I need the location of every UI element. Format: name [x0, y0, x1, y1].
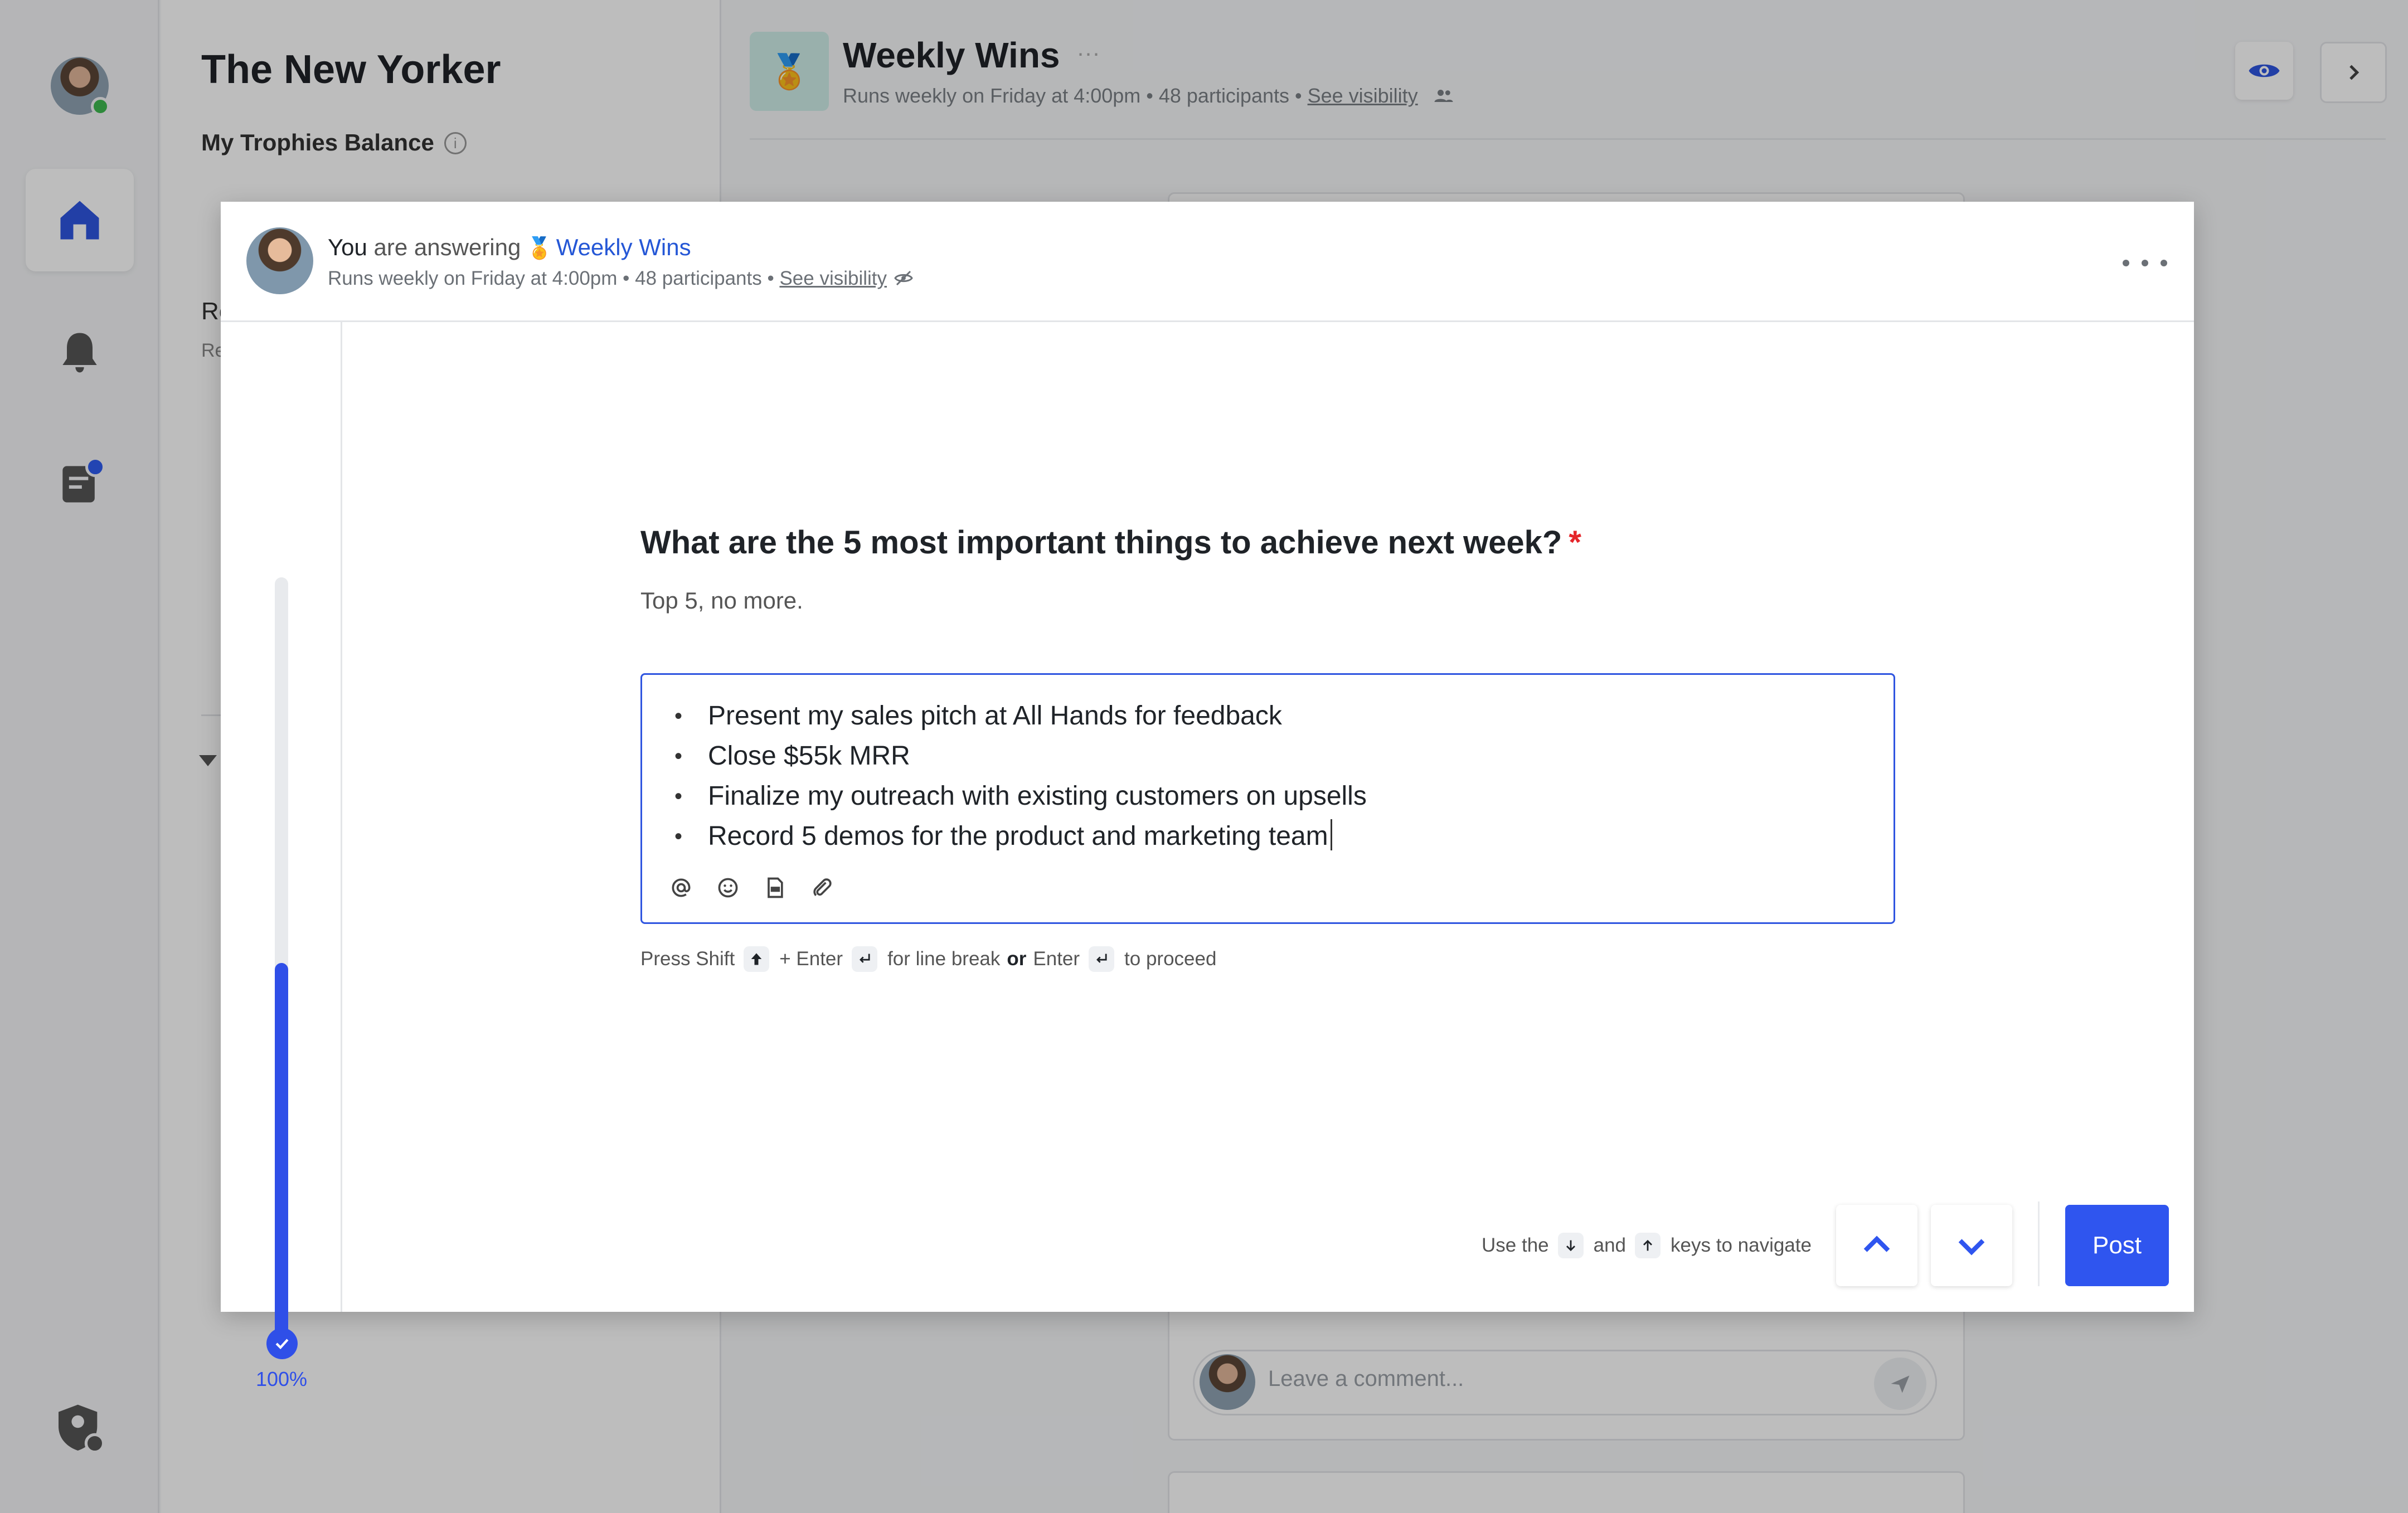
medal-icon: 🏅 [526, 237, 553, 260]
answering-text: are answering [373, 234, 521, 260]
text-cursor [1330, 819, 1332, 850]
answer-editor[interactable]: Present my sales pitch at All Hands for … [640, 673, 1895, 924]
enter-key-icon [852, 946, 878, 972]
see-visibility-link[interactable]: See visibility [779, 267, 887, 289]
progress-bar-fill [275, 963, 288, 1349]
hint-to-proceed: to proceed [1124, 948, 1217, 970]
previous-question-button[interactable] [1836, 1205, 1917, 1286]
gif-button[interactable] [763, 875, 787, 900]
answer-modal: You are answering 🏅 Weekly Wins Runs weekl… [221, 202, 2194, 1390]
button-separator [2038, 1201, 2040, 1286]
check-icon [275, 1339, 289, 1350]
question-text: What are the 5 most important things to … [640, 524, 1562, 561]
answer-list[interactable]: Present my sales pitch at All Hands for … [674, 696, 1367, 857]
you-label: You [328, 234, 367, 260]
more-dot [2142, 260, 2148, 266]
survey-name-link[interactable]: Weekly Wins [556, 234, 691, 260]
progress-column: 100% [221, 322, 342, 1390]
nav-hint-keys: keys to navigate [1671, 1234, 1812, 1256]
keyboard-hint: Press Shift + Enter for line break or En… [640, 946, 1216, 972]
survey-meta-line: Runs weekly on Friday at 4:00pm • 48 par… [328, 267, 914, 290]
attach-button[interactable] [809, 875, 834, 900]
nav-hint-use-the: Use the [1482, 1234, 1549, 1256]
eye-off-icon [894, 270, 913, 286]
answer-item-last[interactable]: Record 5 demos for the product and marke… [674, 816, 1367, 857]
chevron-down-icon [1958, 1239, 1985, 1256]
progress-percent: 100% [255, 1368, 308, 1390]
hint-or: or [1007, 948, 1027, 970]
hint-press-shift: Press Shift [640, 948, 735, 970]
answer-item[interactable]: Finalize my outreach with existing custo… [674, 776, 1367, 816]
editor-toolbar [669, 875, 834, 900]
enter-key-icon [1089, 946, 1115, 972]
more-dot [2161, 260, 2167, 266]
navigation-hint: Use the and keys to navigate [1482, 1233, 1812, 1258]
hint-line-break: for line break [887, 948, 1001, 970]
answer-item[interactable]: Present my sales pitch at All Hands for … [674, 696, 1367, 736]
more-dot [2123, 260, 2129, 266]
chevron-up-icon [1863, 1235, 1890, 1252]
emoji-icon [718, 878, 738, 898]
post-button[interactable]: Post [2065, 1205, 2169, 1286]
check-circle-icon [266, 1328, 298, 1359]
next-question-button[interactable] [1931, 1205, 2012, 1286]
mention-icon [672, 878, 691, 897]
progress-bar [275, 577, 288, 1349]
shift-key-icon [744, 946, 770, 972]
attachment-icon [813, 878, 832, 897]
arrow-up-key-icon [1635, 1233, 1661, 1258]
question-description: Top 5, no more. [640, 587, 803, 614]
question-title: What are the 5 most important things to … [640, 524, 1581, 561]
more-options-button[interactable] [2123, 249, 2167, 277]
answering-line: You are answering 🏅 Weekly Wins [328, 234, 691, 261]
required-marker: * [1569, 524, 1581, 561]
respondent-avatar [246, 227, 313, 294]
nav-hint-and: and [1593, 1234, 1627, 1256]
mention-button[interactable] [669, 875, 693, 900]
hint-plus-enter: + Enter [779, 948, 843, 970]
modal-header: You are answering 🏅 Weekly Wins Runs weekl… [221, 202, 2194, 322]
gif-icon [768, 877, 783, 898]
emoji-button[interactable] [716, 875, 740, 900]
answer-item[interactable]: Close $55k MRR [674, 736, 1367, 776]
survey-meta-text: Runs weekly on Friday at 4:00pm • 48 par… [328, 267, 780, 289]
hint-enter: Enter [1033, 948, 1080, 970]
arrow-down-key-icon [1557, 1233, 1584, 1258]
answer-item-text[interactable]: Record 5 demos for the product and marke… [708, 821, 1328, 851]
